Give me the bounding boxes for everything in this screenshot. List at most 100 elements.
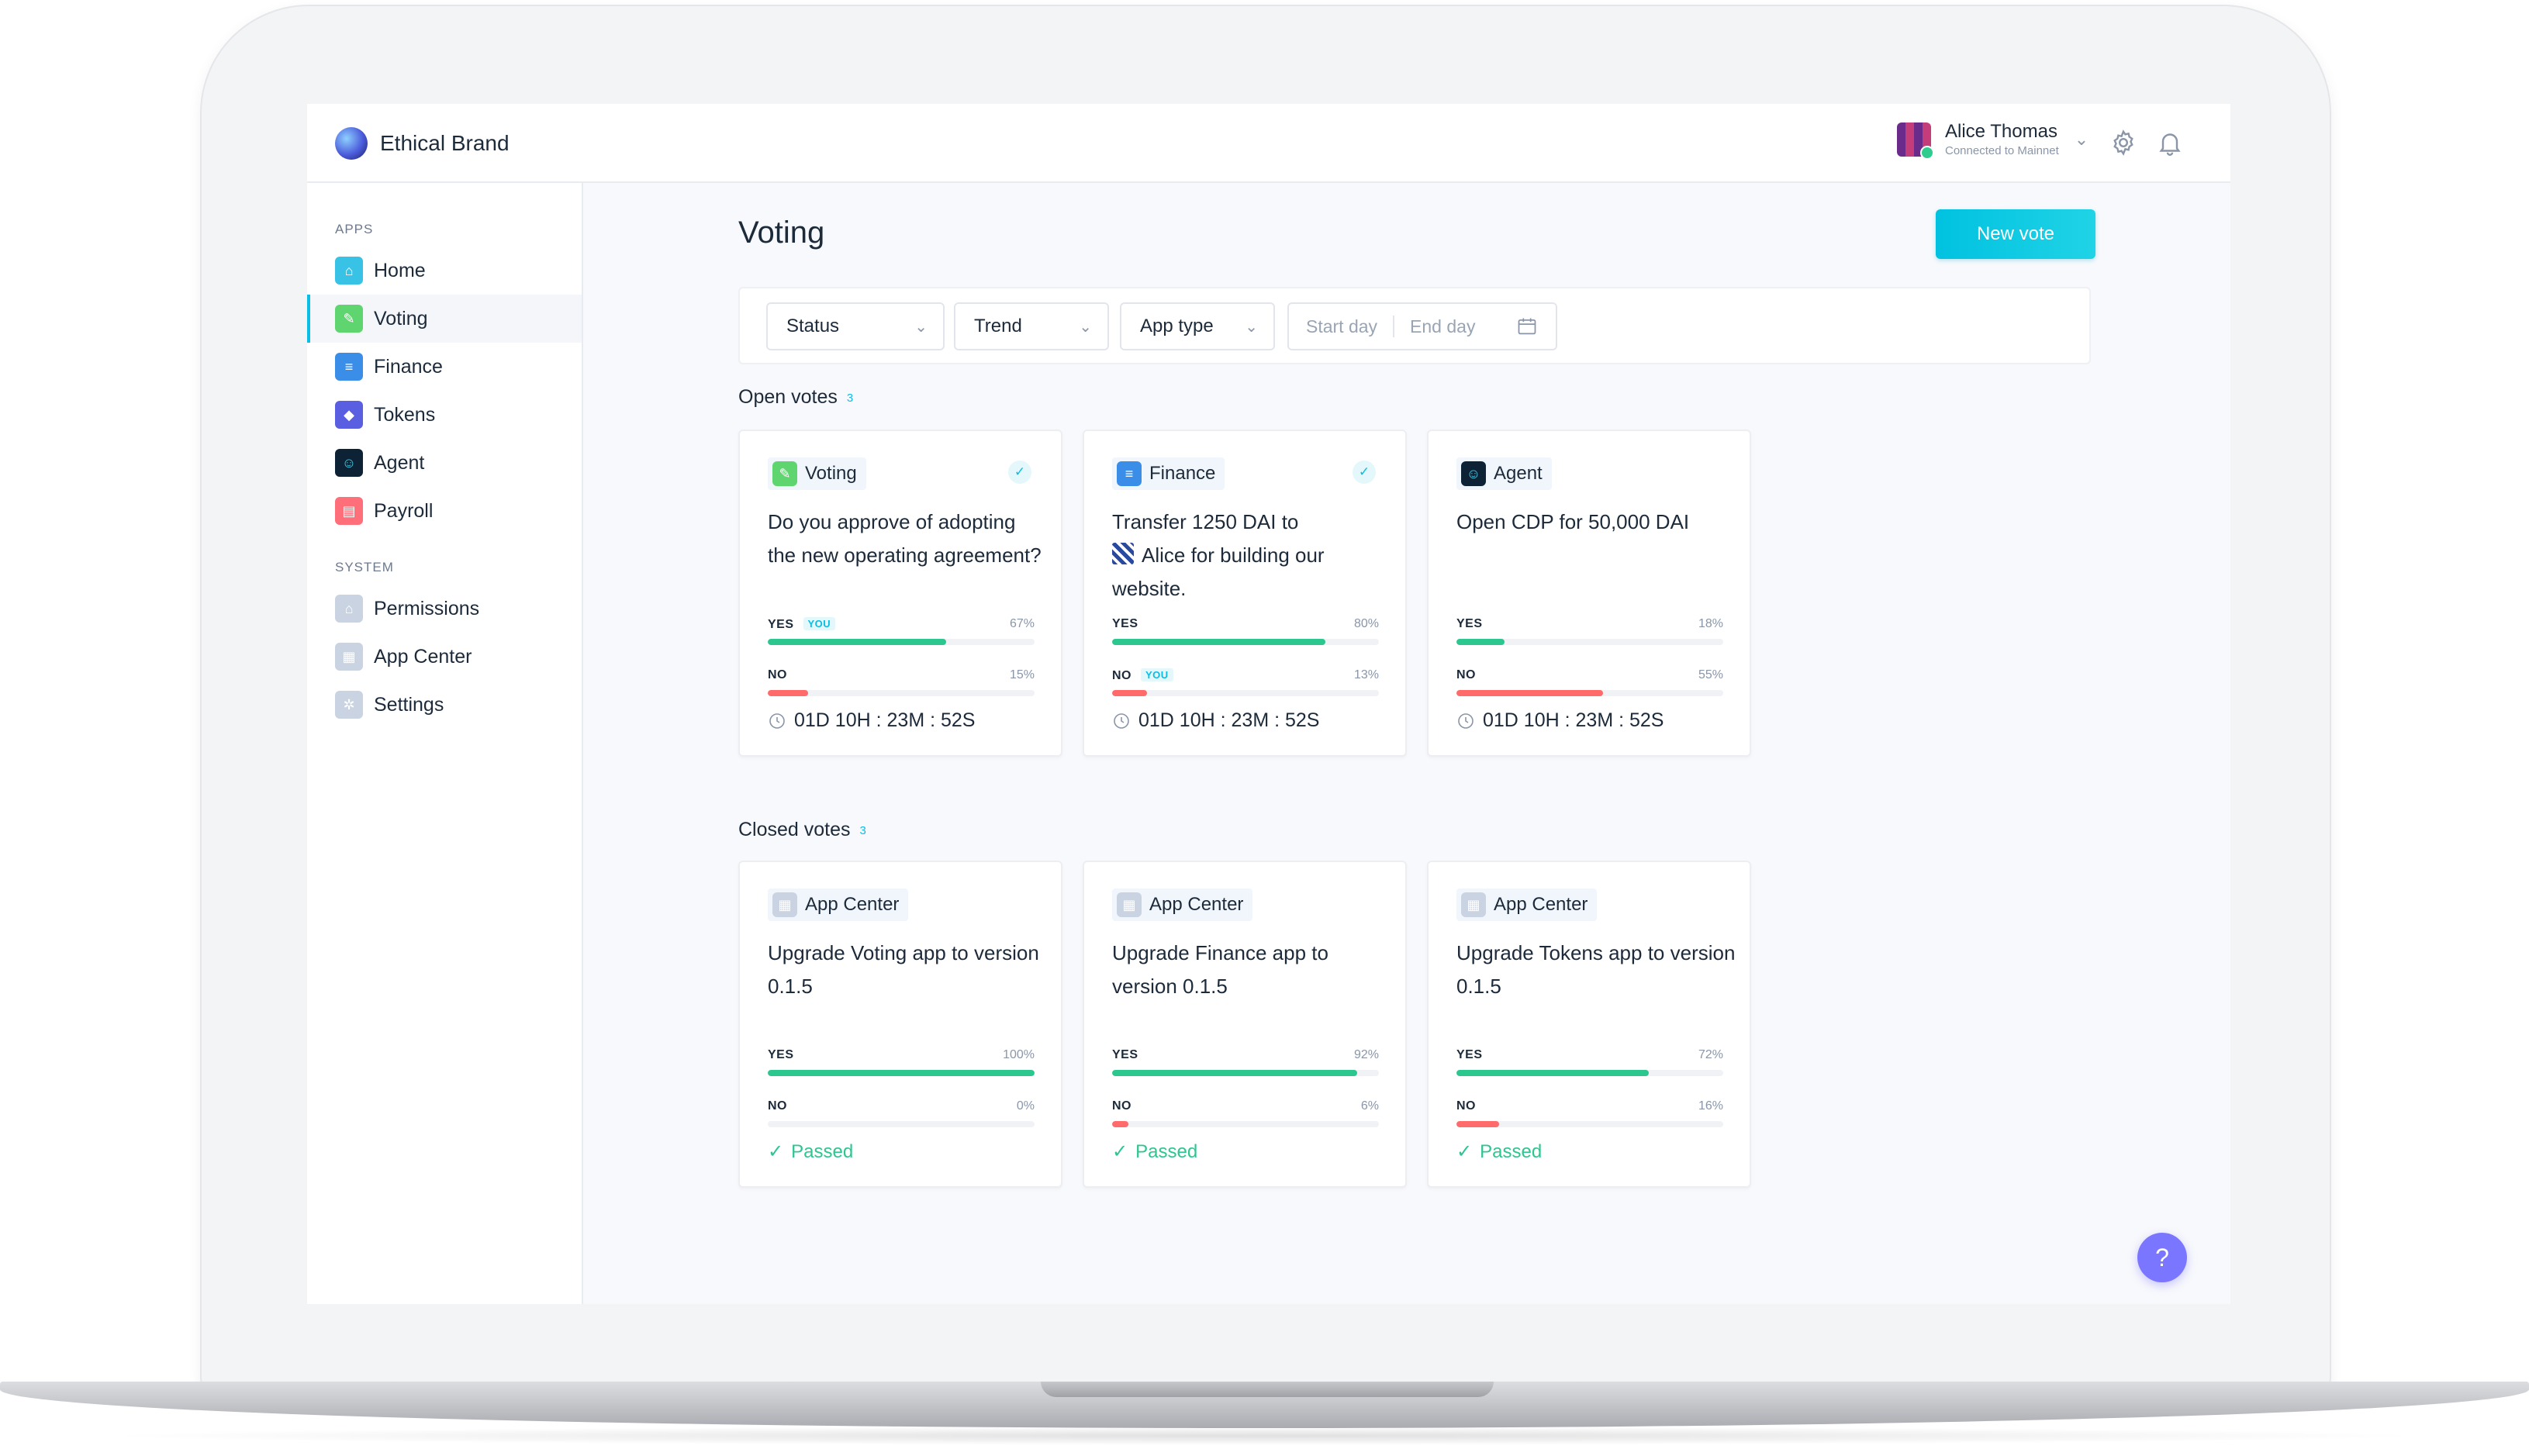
closed-vote-card[interactable]: ▦ App Center Upgrade Finance app to vers… xyxy=(1083,861,1407,1188)
open-vote-card[interactable]: ✎ Voting ✓ Do you approve of adopting th… xyxy=(738,430,1062,757)
sidebar-system-heading: SYSTEM xyxy=(335,560,394,574)
start-day-input[interactable]: Start day xyxy=(1306,316,1377,337)
calendar-icon[interactable] xyxy=(1515,316,1539,337)
you-tag: YOU xyxy=(803,617,836,630)
clock-icon xyxy=(769,712,785,729)
gear-icon[interactable] xyxy=(2109,129,2137,157)
sidebar-item-settings[interactable]: ✲ Settings xyxy=(307,681,582,729)
sidebar-apps-heading: APPS xyxy=(335,222,374,236)
brand[interactable]: Ethical Brand xyxy=(335,127,510,160)
bell-icon[interactable] xyxy=(2156,129,2184,157)
closed-votes-heading: Closed votes 3 xyxy=(738,819,866,841)
status-text: Passed xyxy=(1480,1140,1543,1162)
sidebar-item-voting[interactable]: ✎ Voting xyxy=(307,295,582,343)
closed-vote-card[interactable]: ▦ App Center Upgrade Tokens app to versi… xyxy=(1427,861,1751,1188)
open-vote-card[interactable]: ☺ Agent Open CDP for 50,000 DAI YES 18% … xyxy=(1427,430,1751,757)
sidebar-item-payroll[interactable]: ▤ Payroll xyxy=(307,487,582,535)
sidebar: APPS ⌂ Home ✎ Voting ≡ Finance ◆ Tokens … xyxy=(307,183,583,1304)
check-icon: ✓ xyxy=(1112,1141,1128,1162)
sidebar-item-app-center[interactable]: ▦ App Center xyxy=(307,633,582,681)
app-type-filter-label: App type xyxy=(1140,316,1214,336)
yes-percentage: 72% xyxy=(1698,1048,1723,1061)
no-percentage: 6% xyxy=(1360,1099,1379,1113)
laptop-shadow xyxy=(93,1427,2435,1445)
yes-label: YES xyxy=(1456,617,1483,630)
brand-name: Ethical Brand xyxy=(380,131,510,155)
yes-bar xyxy=(1456,1070,1723,1076)
no-bar-fill xyxy=(1456,1121,1500,1127)
new-vote-button[interactable]: New vote xyxy=(1936,209,2095,259)
yes-label: YES xyxy=(1112,617,1138,630)
end-day-input[interactable]: End day xyxy=(1410,316,1475,337)
yes-label: YES xyxy=(1456,1048,1483,1061)
app-badge: ▦ App Center xyxy=(1112,888,1253,921)
app-badge: ✎ Voting xyxy=(768,457,866,490)
yes-bar xyxy=(768,639,1035,645)
chevron-down-icon: ⌄ xyxy=(1245,318,1258,336)
app-badge-label: Agent xyxy=(1494,463,1543,484)
yes-bar-fill xyxy=(768,1070,1035,1076)
app-center-icon: ▦ xyxy=(1117,892,1142,917)
closed-votes-count: 3 xyxy=(859,823,866,837)
app-badge-label: App Center xyxy=(1494,894,1588,915)
trend-filter[interactable]: Trend ⌄ xyxy=(954,302,1109,350)
yes-bar-fill xyxy=(1112,639,1326,645)
settings-icon: ✲ xyxy=(335,691,363,719)
no-percentage: 13% xyxy=(1353,668,1379,681)
app-badge-label: Voting xyxy=(805,463,857,484)
agent-icon: ☺ xyxy=(1461,461,1486,486)
yes-bar xyxy=(1456,639,1723,645)
vote-question: Upgrade Tokens app to version 0.1.5 xyxy=(1456,941,1736,998)
status-filter[interactable]: Status ⌄ xyxy=(766,302,945,350)
yes-label: YES xyxy=(768,1048,794,1061)
sidebar-item-agent[interactable]: ☺ Agent xyxy=(307,439,582,487)
no-percentage: 0% xyxy=(1016,1099,1035,1113)
app-badge: ≡ Finance xyxy=(1112,457,1225,490)
brand-logo-icon xyxy=(335,127,368,160)
open-vote-card[interactable]: ≡ Finance ✓ Transfer 1250 DAI to Alice f… xyxy=(1083,430,1407,757)
open-votes-count: 3 xyxy=(846,391,854,405)
no-bar-fill xyxy=(1456,690,1604,696)
date-range-picker[interactable]: Start day End day xyxy=(1287,302,1557,350)
recipient-name[interactable]: Alice xyxy=(1142,543,1185,567)
yes-percentage: 67% xyxy=(1009,617,1035,630)
no-label: NO xyxy=(1112,669,1131,682)
avatar xyxy=(1897,122,1934,160)
sidebar-item-tokens[interactable]: ◆ Tokens xyxy=(307,391,582,439)
open-votes-title: Open votes xyxy=(738,386,838,408)
app-center-icon: ▦ xyxy=(335,643,363,671)
yes-bar-fill xyxy=(1112,1070,1358,1076)
vote-question: Upgrade Voting app to version 0.1.5 xyxy=(768,941,1039,998)
vote-timer: 01D 10H : 23M : 52S xyxy=(1456,709,1664,732)
no-label: NO xyxy=(768,1099,787,1113)
sidebar-item-label: App Center xyxy=(374,645,472,668)
no-bar-fill xyxy=(1112,690,1147,696)
no-percentage: 15% xyxy=(1009,668,1035,681)
voting-icon: ✎ xyxy=(335,305,363,333)
no-label: NO xyxy=(1456,668,1476,681)
sidebar-item-label: Tokens xyxy=(374,403,436,426)
sidebar-item-home[interactable]: ⌂ Home xyxy=(307,247,582,295)
voting-icon: ✎ xyxy=(772,461,797,486)
yes-bar xyxy=(768,1070,1035,1076)
closed-votes-title: Closed votes xyxy=(738,819,851,840)
no-bar-fill xyxy=(1112,1121,1128,1127)
payroll-icon: ▤ xyxy=(335,497,363,525)
open-votes-heading: Open votes 3 xyxy=(738,386,853,409)
user-menu[interactable]: Alice Thomas Connected to Mainnet ⌄ xyxy=(1897,121,2088,160)
sidebar-item-finance[interactable]: ≡ Finance xyxy=(307,343,582,391)
vote-timer: 01D 10H : 23M : 52S xyxy=(1112,709,1319,732)
sidebar-item-label: Payroll xyxy=(374,499,434,522)
no-bar xyxy=(768,690,1035,696)
app-badge-label: App Center xyxy=(805,894,900,915)
yes-bar xyxy=(1112,639,1379,645)
app-type-filter[interactable]: App type ⌄ xyxy=(1120,302,1275,350)
yes-percentage: 80% xyxy=(1353,617,1379,630)
no-bar xyxy=(1456,690,1723,696)
timer-text: 01D 10H : 23M : 52S xyxy=(1138,709,1320,731)
closed-vote-card[interactable]: ▦ App Center Upgrade Voting app to versi… xyxy=(738,861,1062,1188)
no-bar xyxy=(1456,1121,1723,1127)
no-label: NO xyxy=(768,668,787,681)
help-button[interactable]: ? xyxy=(2137,1233,2187,1282)
sidebar-item-permissions[interactable]: ⌂ Permissions xyxy=(307,585,582,633)
